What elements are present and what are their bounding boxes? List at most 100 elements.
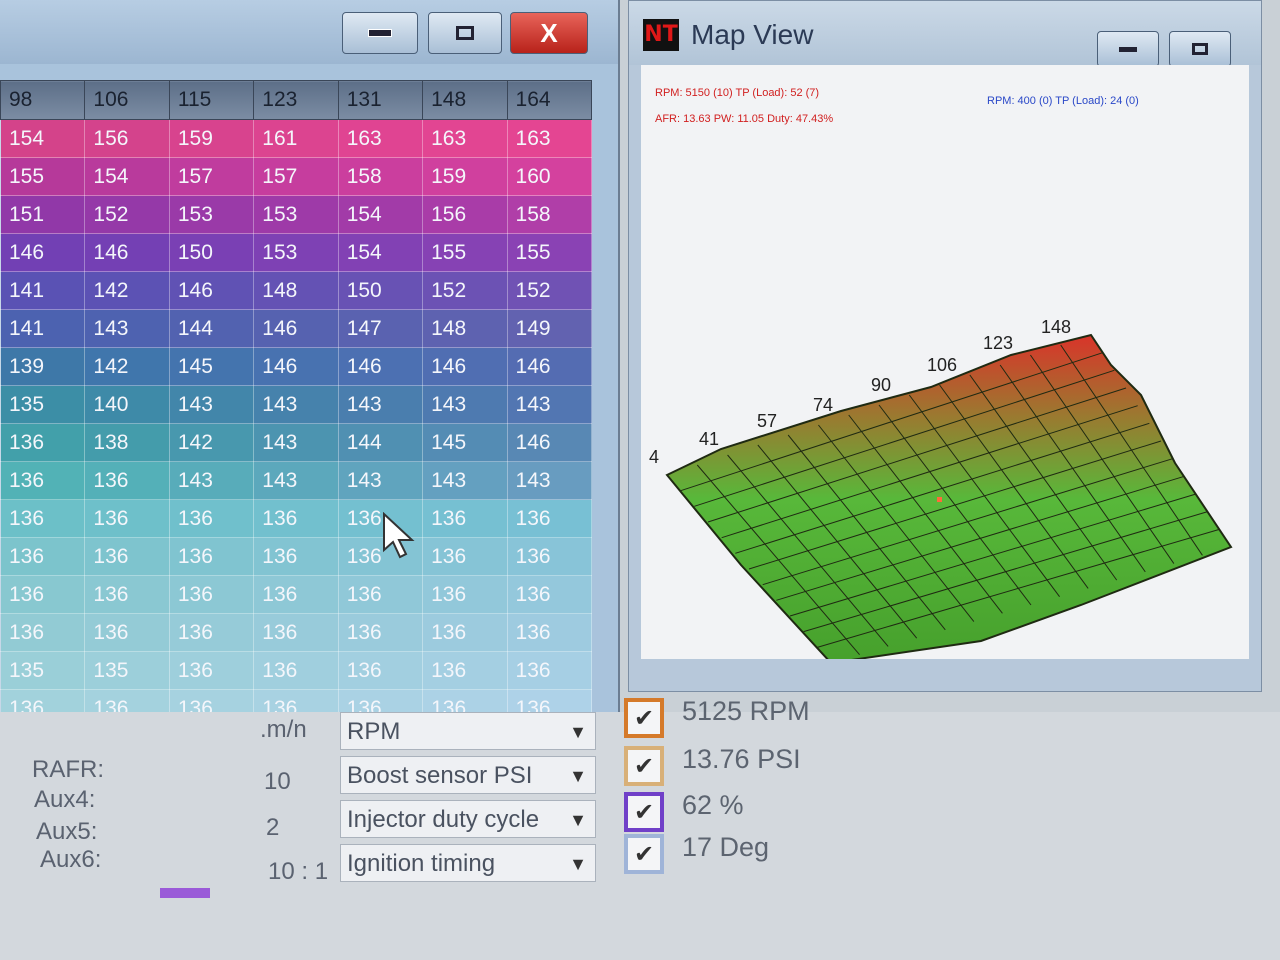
table-cell[interactable]: 136 — [422, 537, 508, 576]
table-cell[interactable]: 153 — [253, 195, 339, 234]
table-cell[interactable]: 136 — [84, 499, 170, 538]
table-cell[interactable]: 136 — [84, 461, 170, 500]
table-cell[interactable]: 136 — [422, 651, 508, 690]
table-cell[interactable]: 138 — [84, 423, 170, 462]
table-cell[interactable]: 136 — [168, 689, 255, 712]
table-cell[interactable]: 150 — [168, 233, 255, 272]
table-cell[interactable]: 158 — [506, 195, 593, 234]
table-cell[interactable]: 136 — [0, 537, 86, 576]
table-cell[interactable]: 156 — [84, 119, 170, 158]
table-cell[interactable]: 146 — [506, 423, 593, 462]
table-cell[interactable]: 154 — [337, 233, 424, 272]
table-cell[interactable]: 136 — [422, 499, 508, 538]
table-cell[interactable]: 136 — [168, 499, 255, 538]
table-cell[interactable]: 136 — [253, 499, 339, 538]
gauge-checkbox-4[interactable]: ✔ — [624, 834, 664, 874]
table-cell[interactable]: 136 — [506, 537, 593, 576]
table-cell[interactable]: 143 — [337, 461, 424, 500]
gauge-checkbox-1[interactable]: ✔ — [624, 698, 664, 738]
table-cell[interactable]: 136 — [84, 537, 170, 576]
table-cell[interactable]: 136 — [253, 613, 339, 652]
table-cell[interactable]: 148 — [422, 309, 508, 348]
table-cell[interactable]: 136 — [506, 689, 593, 712]
table-cell[interactable]: 156 — [422, 195, 508, 234]
table-cell[interactable]: 152 — [422, 271, 508, 310]
table-cell[interactable]: 157 — [168, 157, 255, 196]
table-cell[interactable]: 154 — [0, 119, 86, 158]
gauge-select-2[interactable]: Boost sensor PSI ▼ — [340, 756, 596, 794]
table-cell[interactable]: 136 — [506, 613, 593, 652]
table-cell[interactable]: 136 — [506, 651, 593, 690]
table-cell[interactable]: 153 — [168, 195, 255, 234]
table-cell[interactable]: 136 — [168, 613, 255, 652]
table-cell[interactable]: 142 — [84, 271, 170, 310]
table-cell[interactable]: 140 — [84, 385, 170, 424]
table-cell[interactable]: 142 — [168, 423, 255, 462]
table-cell[interactable]: 136 — [0, 499, 86, 538]
table-cell[interactable]: 151 — [0, 195, 86, 234]
table-cell[interactable]: 154 — [337, 195, 424, 234]
table-cell[interactable]: 136 — [0, 461, 86, 500]
minimize-button[interactable] — [342, 12, 418, 54]
table-cell[interactable]: 136 — [506, 575, 593, 614]
map-maximize-button[interactable] — [1169, 31, 1231, 67]
gauge-checkbox-3[interactable]: ✔ — [624, 792, 664, 832]
table-cell[interactable]: 136 — [253, 689, 339, 712]
table-cell[interactable]: 136 — [253, 575, 339, 614]
table-cell[interactable]: 143 — [337, 385, 424, 424]
table-cell[interactable]: 136 — [337, 613, 424, 652]
table-cell[interactable]: 141 — [0, 271, 86, 310]
maximize-button[interactable] — [428, 12, 502, 54]
table-cell[interactable]: 136 — [168, 651, 255, 690]
table-cell[interactable]: 146 — [422, 347, 508, 386]
table-cell[interactable]: 155 — [506, 233, 593, 272]
table-cell[interactable]: 142 — [84, 347, 170, 386]
table-cell[interactable]: 143 — [168, 461, 255, 500]
table-cell[interactable]: 157 — [253, 157, 339, 196]
table-cell[interactable]: 159 — [422, 157, 508, 196]
table-cell[interactable]: 136 — [253, 537, 339, 576]
table-cell[interactable]: 136 — [0, 575, 86, 614]
table-cell[interactable]: 161 — [253, 119, 339, 158]
map-3d-plot[interactable]: RPM: 5150 (10) TP (Load): 52 (7) AFR: 13… — [641, 65, 1249, 659]
table-cell[interactable]: 143 — [168, 385, 255, 424]
table-cell[interactable]: 136 — [84, 689, 170, 712]
table-cell[interactable]: 136 — [84, 575, 170, 614]
table-cell[interactable]: 146 — [168, 271, 255, 310]
table-cell[interactable]: 143 — [506, 461, 593, 500]
table-cell[interactable]: 144 — [168, 309, 255, 348]
table-cell[interactable]: 155 — [0, 157, 86, 196]
table-cell[interactable]: 159 — [168, 119, 255, 158]
table-cell[interactable]: 136 — [337, 651, 424, 690]
table-cell[interactable]: 136 — [0, 689, 86, 712]
table-cell[interactable]: 148 — [253, 271, 339, 310]
table-cell[interactable]: 146 — [84, 233, 170, 272]
table-cell[interactable]: 135 — [0, 385, 86, 424]
table-cell[interactable]: 163 — [422, 119, 508, 158]
gauge-checkbox-2[interactable]: ✔ — [624, 746, 664, 786]
table-cell[interactable]: 145 — [422, 423, 508, 462]
table-cell[interactable]: 146 — [337, 347, 424, 386]
table-cell[interactable]: 155 — [422, 233, 508, 272]
table-cell[interactable]: 136 — [168, 575, 255, 614]
table-cell[interactable]: 136 — [253, 651, 339, 690]
table-cell[interactable]: 147 — [337, 309, 424, 348]
table-cell[interactable]: 135 — [0, 651, 86, 690]
table-cell[interactable]: 152 — [84, 195, 170, 234]
table-cell[interactable]: 136 — [84, 613, 170, 652]
table-cell[interactable]: 146 — [253, 347, 339, 386]
table-cell[interactable]: 153 — [253, 233, 339, 272]
table-cell[interactable]: 146 — [253, 309, 339, 348]
table-cell[interactable]: 146 — [506, 347, 593, 386]
table-cell[interactable]: 163 — [337, 119, 424, 158]
table-cell[interactable]: 143 — [422, 461, 508, 500]
table-cell[interactable]: 143 — [84, 309, 170, 348]
table-cell[interactable]: 143 — [253, 385, 339, 424]
map-minimize-button[interactable] — [1097, 31, 1159, 67]
table-cell[interactable]: 158 — [337, 157, 424, 196]
gauge-select-1[interactable]: RPM ▼ — [340, 712, 596, 750]
table-cell[interactable]: 139 — [0, 347, 86, 386]
table-cell[interactable]: 163 — [506, 119, 593, 158]
table-cell[interactable]: 149 — [506, 309, 593, 348]
table-cell[interactable]: 144 — [337, 423, 424, 462]
